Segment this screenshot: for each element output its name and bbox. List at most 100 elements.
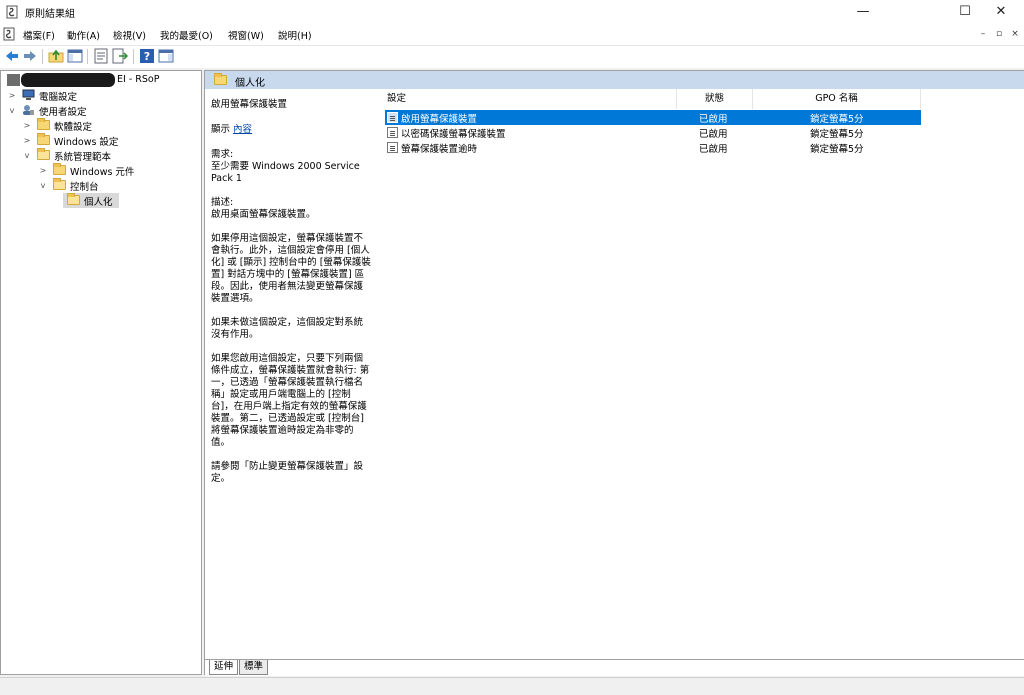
svg-text:?: ? [144,50,150,63]
description-line: 至少需要 Windows 2000 Service [211,161,360,172]
menu-view[interactable]: 檢視(V) [113,28,146,42]
menu-help[interactable]: 說明(H) [278,28,312,42]
folder-icon [214,73,227,85]
tree-item-label: 控制台 [70,182,99,193]
mdi-close-button[interactable]: × [1008,28,1022,41]
description-line: 條件成立，螢幕保護裝置就會執行: 第 [211,365,370,376]
up-folder-icon[interactable] [48,48,64,64]
user-icon [23,105,34,115]
menu-favorites[interactable]: 我的最愛(O) [160,28,213,42]
menu-bar: 檔案(F) 動作(A) 檢視(V) 我的最愛(O) 視窗(W) 說明(H) – … [0,24,1024,44]
collapse-arrow-icon[interactable]: v [7,103,17,118]
column-header-setting[interactable]: 設定 [385,89,677,109]
description-line: 台]，在用戶端上指定有效的螢幕保護 [211,401,367,412]
expand-arrow-icon[interactable]: > [22,118,32,133]
tree-item-windows-settings[interactable]: > Windows 設定 [5,133,199,148]
properties-link[interactable]: 內容 [233,124,252,135]
description-line: 沒有作用。 [211,329,259,340]
description-line: 請參閱「防止變更螢幕保護裝置」設 [211,461,364,472]
folder-icon [37,133,50,145]
setting-status: 已啟用 [699,129,728,140]
help-icon[interactable]: ? [139,48,155,64]
folder-icon [53,163,66,175]
expand-arrow-icon[interactable]: > [38,163,48,178]
description-line: 會執行。此外，這個設定會停用 [個人 [211,245,370,256]
description-panel: 啟用螢幕保護裝置 顯示 內容 需求: 至少需要 Windows 2000 Serv… [205,89,375,659]
menu-action[interactable]: 動作(A) [67,28,100,42]
mdi-minimize-button[interactable]: – [976,28,990,41]
tree-item-admin-templates[interactable]: v 系統管理範本 [5,148,199,163]
close-button[interactable]: ✕ [978,0,1024,24]
tree-item-computer-config[interactable]: > 電腦設定 [5,88,199,103]
tree-item-user-config[interactable]: v 使用者設定 [5,103,199,118]
toolbar-separator [87,49,88,64]
setting-gpo: 鎖定螢幕5分 [810,144,864,155]
details-pane: 個人化 啟用螢幕保護裝置 顯示 內容 需求: 至少需要 Windows 2000 … [204,70,1024,676]
tree-item-label: Windows 設定 [54,137,119,148]
tree-item-personalization[interactable]: 個人化 [63,193,119,208]
policy-setting-icon [387,112,398,123]
menu-window[interactable]: 視窗(W) [228,28,264,42]
expand-arrow-icon[interactable]: > [7,88,17,103]
description-line: 值。 [211,437,231,448]
description-line: 置] 對話方塊中的 [螢幕保護裝置] 區 [211,269,365,280]
main-area: EI - RSoP > 電腦設定 v 使用者設定 > 軟體設定 > Window… [0,68,1024,677]
expand-arrow-icon[interactable]: > [22,133,32,148]
show-label: 顯示 [211,124,231,135]
show-hide-tree-icon[interactable] [67,48,83,64]
show-hide-action-pane-icon[interactable] [158,48,174,64]
description-line: 一，已透過「螢幕保護裝置執行檔名 [211,377,364,388]
description-line: 段。因此，使用者無法變更螢幕保護 [211,281,364,292]
settings-list: 設定 狀態 GPO 名稱 啟用螢幕保護裝置 已啟用 鎖定螢幕5分 以密碼保護螢幕… [375,89,1024,659]
document-icon[interactable] [3,27,17,41]
list-row[interactable]: 啟用螢幕保護裝置 已啟用 鎖定螢幕5分 [385,110,921,125]
description-line: 化] 或 [顯示] 控制台中的 [螢幕保護裝 [211,257,371,268]
tab-standard[interactable]: 標準 [239,660,269,675]
back-arrow-icon[interactable] [4,48,20,64]
toolbar-separator [133,49,134,64]
description-line: 如果停用這個設定，螢幕保護裝置不 [211,233,364,244]
redacted-name [21,73,115,87]
collapse-arrow-icon[interactable]: v [22,148,32,163]
open-folder-icon [53,178,66,190]
setting-gpo: 鎖定螢幕5分 [810,129,864,140]
setting-name: 以密碼保護螢幕保護裝置 [401,129,506,140]
view-tabs: 延伸 標準 [205,659,1024,676]
window-title: 原則結果組 [25,9,75,20]
export-list-icon[interactable] [112,48,128,64]
description-line: 將螢幕保護裝置逾時設定為非零的 [211,425,354,436]
tree-item-windows-components[interactable]: > Windows 元件 [5,163,199,178]
list-row[interactable]: 螢幕保護裝置逾時 已啟用 鎖定螢幕5分 [385,140,921,155]
description-line: 描述: [211,197,234,208]
tree-item-label: 個人化 [84,197,113,208]
tree-item-label: Windows 元件 [70,167,135,178]
description-line: 裝置。第二，已透過設定或 [控制台] [211,413,364,424]
tab-extended[interactable]: 延伸 [209,660,239,675]
folder-icon [37,118,50,130]
mdi-restore-button[interactable]: ▫ [992,28,1006,41]
menu-file[interactable]: 檔案(F) [23,28,55,42]
minimize-button[interactable]: — [840,0,886,24]
column-header-gpo-name[interactable]: GPO 名稱 [753,89,921,109]
list-row[interactable]: 以密碼保護螢幕保護裝置 已啟用 鎖定螢幕5分 [385,125,921,140]
tree-root[interactable]: EI - RSoP [5,73,199,88]
policy-setting-icon [387,142,398,153]
tree-item-label: 系統管理範本 [54,152,112,163]
title-bar: 原則結果組 — ☐ ✕ [0,0,1024,24]
properties-icon[interactable] [93,48,109,64]
description-line: 定。 [211,473,231,484]
setting-status: 已啟用 [699,114,728,125]
show-properties-line: 顯示 內容 [211,124,252,136]
tree-item-label: 軟體設定 [54,122,93,133]
description-line: 需求: [211,149,234,160]
tree-item-label: 使用者設定 [39,107,87,118]
column-header-status[interactable]: 狀態 [677,89,753,109]
description-title: 啟用螢幕保護裝置 [211,99,288,110]
setting-gpo: 鎖定螢幕5分 [810,114,864,125]
forward-arrow-icon[interactable] [22,48,38,64]
open-folder-icon [37,148,50,160]
setting-name: 螢幕保護裝置逾時 [401,144,478,155]
collapse-arrow-icon[interactable]: v [38,178,48,193]
tree-item-software-settings[interactable]: > 軟體設定 [5,118,199,133]
tree-item-control-panel[interactable]: v 控制台 [5,178,199,193]
